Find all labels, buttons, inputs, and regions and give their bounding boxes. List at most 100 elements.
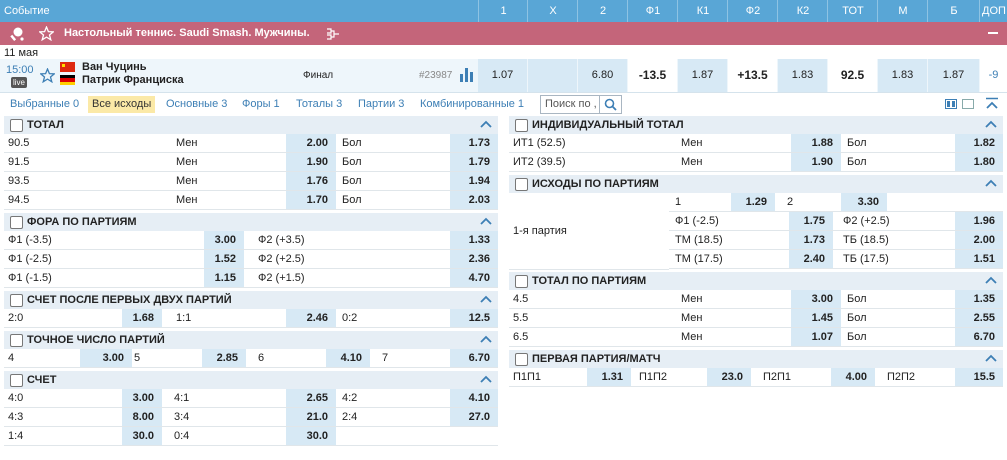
match-row[interactable]: 15:00 live Ван Чуцинь Патрик Франциска Ф… [0,59,1007,93]
odd-k2[interactable]: 1.83 [778,59,827,92]
chevron-up-icon[interactable] [480,373,492,385]
chevron-up-icon[interactable] [985,352,997,364]
search-button[interactable] [599,96,621,113]
team2-name[interactable]: Патрик Франциска [82,74,184,87]
odd-cell[interactable]: 4.00 [831,368,875,386]
chevron-up-icon[interactable] [480,293,492,305]
odd-cell[interactable]: 4.70 [450,269,498,287]
section-score[interactable]: СЧЕТ [4,371,498,389]
stats-icon[interactable] [460,68,473,82]
tab-all[interactable]: Все исходы [88,96,156,113]
odd-cell[interactable]: 6.70 [450,349,498,367]
section-checkbox[interactable] [515,353,528,366]
odd-2[interactable]: 6.80 [578,59,627,92]
odd-over[interactable]: 1.87 [928,59,979,92]
tab-sets[interactable]: Партии 3 [358,96,404,113]
live-badge[interactable]: live [11,77,27,88]
odd-cell[interactable]: 1.35 [955,290,1003,308]
odd-cell[interactable]: 1.52 [204,250,244,268]
odd-cell[interactable]: 1.68 [122,309,162,327]
odd-cell[interactable]: 1.75 [789,212,833,230]
odd-cell[interactable]: 1.79 [450,153,498,171]
odd-cell[interactable]: 2.03 [450,191,498,209]
section-checkbox[interactable] [10,334,23,347]
chevron-up-icon[interactable] [985,118,997,130]
section-checkbox[interactable] [515,178,528,191]
chevron-up-icon[interactable] [480,118,492,130]
section-first-set-match[interactable]: ПЕРВАЯ ПАРТИЯ/МАТЧ [509,350,1003,368]
tab-totals[interactable]: Тоталы 3 [296,96,342,113]
odd-cell[interactable]: 1.29 [731,193,775,211]
odd-cell[interactable]: 4.10 [450,389,498,407]
market-search[interactable]: Поиск по , [540,95,622,114]
one-column-view-icon[interactable] [962,99,974,109]
odd-cell[interactable]: 1.15 [204,269,244,287]
odd-cell[interactable]: 8.00 [122,408,162,426]
odd-cell[interactable]: 1.88 [791,134,841,152]
search-input[interactable]: Поиск по , [545,97,597,112]
odd-cell[interactable]: 1.96 [955,212,1003,230]
section-checkbox[interactable] [10,374,23,387]
odd-cell[interactable]: 3.00 [204,231,244,249]
section-checkbox[interactable] [515,275,528,288]
odd-cell[interactable]: 2.85 [202,349,246,367]
odd-cell[interactable]: 2.00 [286,134,336,152]
odd-cell[interactable]: 3.00 [122,389,162,407]
odd-cell[interactable]: 21.0 [286,408,336,426]
section-checkbox[interactable] [515,119,528,132]
odd-x[interactable] [528,59,577,92]
odd-1[interactable]: 1.07 [478,59,527,92]
section-set-outcomes[interactable]: ИСХОДЫ ПО ПАРТИЯМ [509,175,1003,193]
section-exact-sets[interactable]: ТОЧНОЕ ЧИСЛО ПАРТИЙ [4,331,498,349]
odd-cell[interactable]: 1.73 [450,134,498,152]
section-checkbox[interactable] [10,294,23,307]
odd-cell[interactable]: 1.90 [791,153,841,171]
odd-cell[interactable]: 2.65 [286,389,336,407]
odd-cell[interactable]: 2.55 [955,309,1003,327]
section-individual-total[interactable]: ИНДИВИДУАЛЬНЫЙ ТОТАЛ [509,116,1003,134]
odd-cell[interactable]: 2.00 [955,231,1003,249]
odd-cell[interactable]: 30.0 [122,427,162,445]
odd-cell[interactable]: 12.5 [450,309,498,327]
section-total-sets[interactable]: ТОТАЛ ПО ПАРТИЯМ [509,272,1003,290]
odd-cell[interactable]: 1.45 [791,309,841,327]
tab-handicaps[interactable]: Форы 1 [242,96,280,113]
odd-cell[interactable]: 27.0 [450,408,498,426]
odd-cell[interactable]: 6.70 [955,328,1003,346]
odd-cell[interactable]: 1.73 [789,231,833,249]
favorite-star-icon[interactable] [39,26,54,41]
chevron-up-icon[interactable] [480,333,492,345]
tab-main[interactable]: Основные 3 [166,96,227,113]
chevron-up-icon[interactable] [480,215,492,227]
odd-cell[interactable]: 3.00 [80,349,132,367]
league-bar[interactable]: Настольный теннис. Saudi Smash. Мужчины. [0,22,1007,45]
section-checkbox[interactable] [10,119,23,132]
odd-cell[interactable]: 1.76 [286,172,336,190]
odd-cell[interactable]: 2.36 [450,250,498,268]
odd-cell[interactable]: 1.82 [955,134,1003,152]
odd-under[interactable]: 1.83 [878,59,927,92]
section-checkbox[interactable] [10,216,23,229]
chevron-up-icon[interactable] [985,274,997,286]
odd-k1[interactable]: 1.87 [678,59,727,92]
two-column-view-icon[interactable] [945,99,957,109]
odd-cell[interactable]: 1.94 [450,172,498,190]
odd-cell[interactable]: 2.40 [789,250,833,268]
odd-cell[interactable]: 1.80 [955,153,1003,171]
odd-cell[interactable]: 2.46 [286,309,336,327]
chevron-up-icon[interactable] [985,177,997,189]
odd-cell[interactable]: 3.30 [841,193,887,211]
odd-cell[interactable]: 1.07 [791,328,841,346]
favorite-star-icon[interactable] [40,68,55,83]
odd-cell[interactable]: 15.5 [955,368,1003,386]
section-total[interactable]: ТОТАЛ [4,116,498,134]
odd-cell[interactable]: 1.51 [955,250,1003,268]
section-handicap-sets[interactable]: ФОРА ПО ПАРТИЯМ [4,213,498,231]
team1-name[interactable]: Ван Чуцинь [82,61,147,74]
odd-cell[interactable]: 4.10 [326,349,370,367]
more-markets-count[interactable]: -9 [980,59,1007,92]
odd-cell[interactable]: 30.0 [286,427,336,445]
tab-combined[interactable]: Комбинированные 1 [420,96,524,113]
collapse-icon[interactable] [988,32,998,34]
odd-cell[interactable]: 1.90 [286,153,336,171]
